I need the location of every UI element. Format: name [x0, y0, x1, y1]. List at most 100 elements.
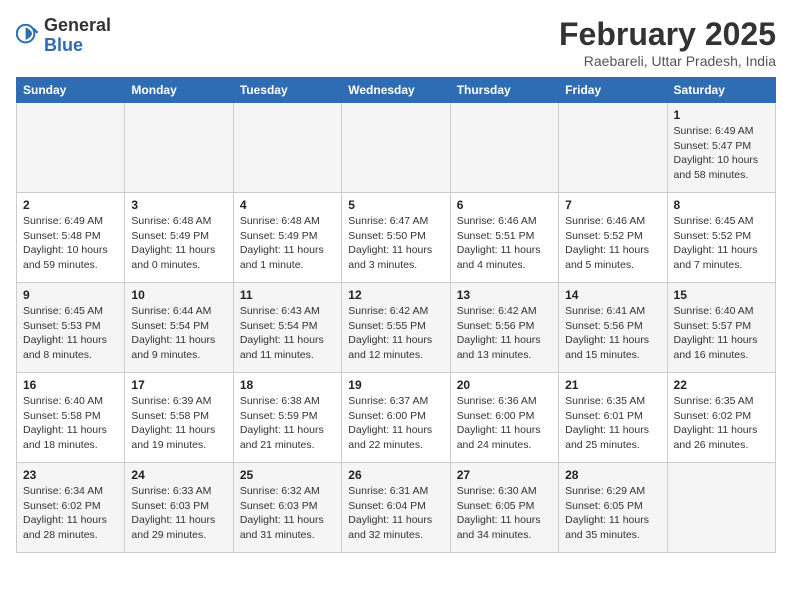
day-info: Sunrise: 6:46 AM Sunset: 5:52 PM Dayligh… [565, 214, 660, 273]
calendar-cell: 23 Sunrise: 6:34 AM Sunset: 6:02 PM Dayli… [17, 463, 125, 553]
logo-text: General Blue [44, 16, 111, 56]
calendar-cell: 4Sunrise: 6:48 AM Sunset: 5:49 PM Daylig… [233, 193, 341, 283]
day-info: Sunrise: 6:48 AM Sunset: 5:49 PM Dayligh… [131, 214, 226, 273]
day-info: Sunrise: 6:37 AM Sunset: 6:00 PM Dayligh… [348, 394, 443, 453]
day-number: 28 [565, 468, 660, 482]
day-header-sunday: Sunday [17, 78, 125, 103]
days-header-row: SundayMondayTuesdayWednesdayThursdayFrid… [17, 78, 776, 103]
calendar-cell [17, 103, 125, 193]
calendar-cell: 11Sunrise: 6:43 AM Sunset: 5:54 PM Dayli… [233, 283, 341, 373]
day-info: Sunrise: 6:42 AM Sunset: 5:56 PM Dayligh… [457, 304, 552, 363]
day-header-thursday: Thursday [450, 78, 558, 103]
calendar-cell: 14 Sunrise: 6:41 AM Sunset: 5:56 PM Dayli… [559, 283, 667, 373]
day-info: Sunrise: 6:40 AM Sunset: 5:58 PM Dayligh… [23, 394, 118, 453]
calendar-cell [559, 103, 667, 193]
day-number: 1 [674, 108, 769, 122]
calendar-cell: 8 Sunrise: 6:45 AM Sunset: 5:52 PM Daylig… [667, 193, 775, 283]
day-info: Sunrise: 6:44 AM Sunset: 5:54 PM Dayligh… [131, 304, 226, 363]
day-number: 9 [23, 288, 118, 302]
calendar-cell [125, 103, 233, 193]
day-number: 24 [131, 468, 226, 482]
week-row-4: 16 Sunrise: 6:40 AM Sunset: 5:58 PM Dayli… [17, 373, 776, 463]
day-info: Sunrise: 6:45 AM Sunset: 5:52 PM Dayligh… [674, 214, 769, 273]
calendar-cell: 16 Sunrise: 6:40 AM Sunset: 5:58 PM Dayli… [17, 373, 125, 463]
calendar-cell [233, 103, 341, 193]
day-number: 21 [565, 378, 660, 392]
day-info: Sunrise: 6:46 AM Sunset: 5:51 PM Dayligh… [457, 214, 552, 273]
day-number: 20 [457, 378, 552, 392]
day-number: 26 [348, 468, 443, 482]
day-number: 13 [457, 288, 552, 302]
week-row-2: 2 Sunrise: 6:49 AM Sunset: 5:48 PM Daylig… [17, 193, 776, 283]
day-info: Sunrise: 6:36 AM Sunset: 6:00 PM Dayligh… [457, 394, 552, 453]
day-number: 16 [23, 378, 118, 392]
title-block: February 2025 Raebareli, Uttar Pradesh, … [559, 16, 776, 69]
calendar-cell: 5Sunrise: 6:47 AM Sunset: 5:50 PM Daylig… [342, 193, 450, 283]
calendar-cell: 17 Sunrise: 6:39 AM Sunset: 5:58 PM Dayli… [125, 373, 233, 463]
day-info: Sunrise: 6:40 AM Sunset: 5:57 PM Dayligh… [674, 304, 769, 363]
day-number: 25 [240, 468, 335, 482]
calendar-cell [342, 103, 450, 193]
day-info: Sunrise: 6:43 AM Sunset: 5:54 PM Dayligh… [240, 304, 335, 363]
calendar-cell: 20 Sunrise: 6:36 AM Sunset: 6:00 PM Dayli… [450, 373, 558, 463]
week-row-5: 23 Sunrise: 6:34 AM Sunset: 6:02 PM Dayli… [17, 463, 776, 553]
day-number: 14 [565, 288, 660, 302]
day-number: 23 [23, 468, 118, 482]
day-number: 3 [131, 198, 226, 212]
calendar-cell: 18 Sunrise: 6:38 AM Sunset: 5:59 PM Dayli… [233, 373, 341, 463]
day-info: Sunrise: 6:41 AM Sunset: 5:56 PM Dayligh… [565, 304, 660, 363]
calendar-cell: 2 Sunrise: 6:49 AM Sunset: 5:48 PM Daylig… [17, 193, 125, 283]
day-info: Sunrise: 6:30 AM Sunset: 6:05 PM Dayligh… [457, 484, 552, 543]
day-info: Sunrise: 6:49 AM Sunset: 5:48 PM Dayligh… [23, 214, 118, 273]
day-info: Sunrise: 6:39 AM Sunset: 5:58 PM Dayligh… [131, 394, 226, 453]
calendar-cell [450, 103, 558, 193]
day-info: Sunrise: 6:34 AM Sunset: 6:02 PM Dayligh… [23, 484, 118, 543]
calendar-cell: 25 Sunrise: 6:32 AM Sunset: 6:03 PM Dayli… [233, 463, 341, 553]
calendar-cell: 12 Sunrise: 6:42 AM Sunset: 5:55 PM Dayli… [342, 283, 450, 373]
day-info: Sunrise: 6:29 AM Sunset: 6:05 PM Dayligh… [565, 484, 660, 543]
day-info: Sunrise: 6:47 AM Sunset: 5:50 PM Dayligh… [348, 214, 443, 273]
calendar-cell: 13 Sunrise: 6:42 AM Sunset: 5:56 PM Dayli… [450, 283, 558, 373]
calendar-cell: 9Sunrise: 6:45 AM Sunset: 5:53 PM Daylig… [17, 283, 125, 373]
day-number: 18 [240, 378, 335, 392]
day-number: 8 [674, 198, 769, 212]
day-number: 7 [565, 198, 660, 212]
day-number: 15 [674, 288, 769, 302]
day-info: Sunrise: 6:31 AM Sunset: 6:04 PM Dayligh… [348, 484, 443, 543]
logo-blue: Blue [44, 35, 83, 55]
day-info: Sunrise: 6:35 AM Sunset: 6:02 PM Dayligh… [674, 394, 769, 453]
day-number: 6 [457, 198, 552, 212]
location: Raebareli, Uttar Pradesh, India [559, 53, 776, 69]
week-row-3: 9Sunrise: 6:45 AM Sunset: 5:53 PM Daylig… [17, 283, 776, 373]
day-info: Sunrise: 6:38 AM Sunset: 5:59 PM Dayligh… [240, 394, 335, 453]
calendar-cell: 3 Sunrise: 6:48 AM Sunset: 5:49 PM Daylig… [125, 193, 233, 283]
day-number: 2 [23, 198, 118, 212]
day-info: Sunrise: 6:32 AM Sunset: 6:03 PM Dayligh… [240, 484, 335, 543]
calendar-cell: 26 Sunrise: 6:31 AM Sunset: 6:04 PM Dayli… [342, 463, 450, 553]
logo-icon [16, 24, 40, 48]
day-number: 27 [457, 468, 552, 482]
day-info: Sunrise: 6:49 AM Sunset: 5:47 PM Dayligh… [674, 124, 769, 183]
calendar-cell: 19Sunrise: 6:37 AM Sunset: 6:00 PM Dayli… [342, 373, 450, 463]
calendar-cell: 7 Sunrise: 6:46 AM Sunset: 5:52 PM Daylig… [559, 193, 667, 283]
calendar-cell: 10Sunrise: 6:44 AM Sunset: 5:54 PM Dayli… [125, 283, 233, 373]
day-number: 22 [674, 378, 769, 392]
calendar-cell: 22 Sunrise: 6:35 AM Sunset: 6:02 PM Dayli… [667, 373, 775, 463]
calendar-cell: 27 Sunrise: 6:30 AM Sunset: 6:05 PM Dayli… [450, 463, 558, 553]
logo-general: General [44, 15, 111, 35]
month-year: February 2025 [559, 16, 776, 53]
week-row-1: 1 Sunrise: 6:49 AM Sunset: 5:47 PM Daylig… [17, 103, 776, 193]
calendar-cell: 15 Sunrise: 6:40 AM Sunset: 5:57 PM Dayli… [667, 283, 775, 373]
day-number: 12 [348, 288, 443, 302]
day-header-wednesday: Wednesday [342, 78, 450, 103]
calendar-cell: 24Sunrise: 6:33 AM Sunset: 6:03 PM Dayli… [125, 463, 233, 553]
day-header-saturday: Saturday [667, 78, 775, 103]
day-number: 17 [131, 378, 226, 392]
calendar-cell: 28 Sunrise: 6:29 AM Sunset: 6:05 PM Dayli… [559, 463, 667, 553]
logo: General Blue [16, 16, 111, 56]
day-info: Sunrise: 6:42 AM Sunset: 5:55 PM Dayligh… [348, 304, 443, 363]
calendar-table: SundayMondayTuesdayWednesdayThursdayFrid… [16, 77, 776, 553]
calendar-cell: 1 Sunrise: 6:49 AM Sunset: 5:47 PM Daylig… [667, 103, 775, 193]
day-header-monday: Monday [125, 78, 233, 103]
calendar-cell: 6 Sunrise: 6:46 AM Sunset: 5:51 PM Daylig… [450, 193, 558, 283]
